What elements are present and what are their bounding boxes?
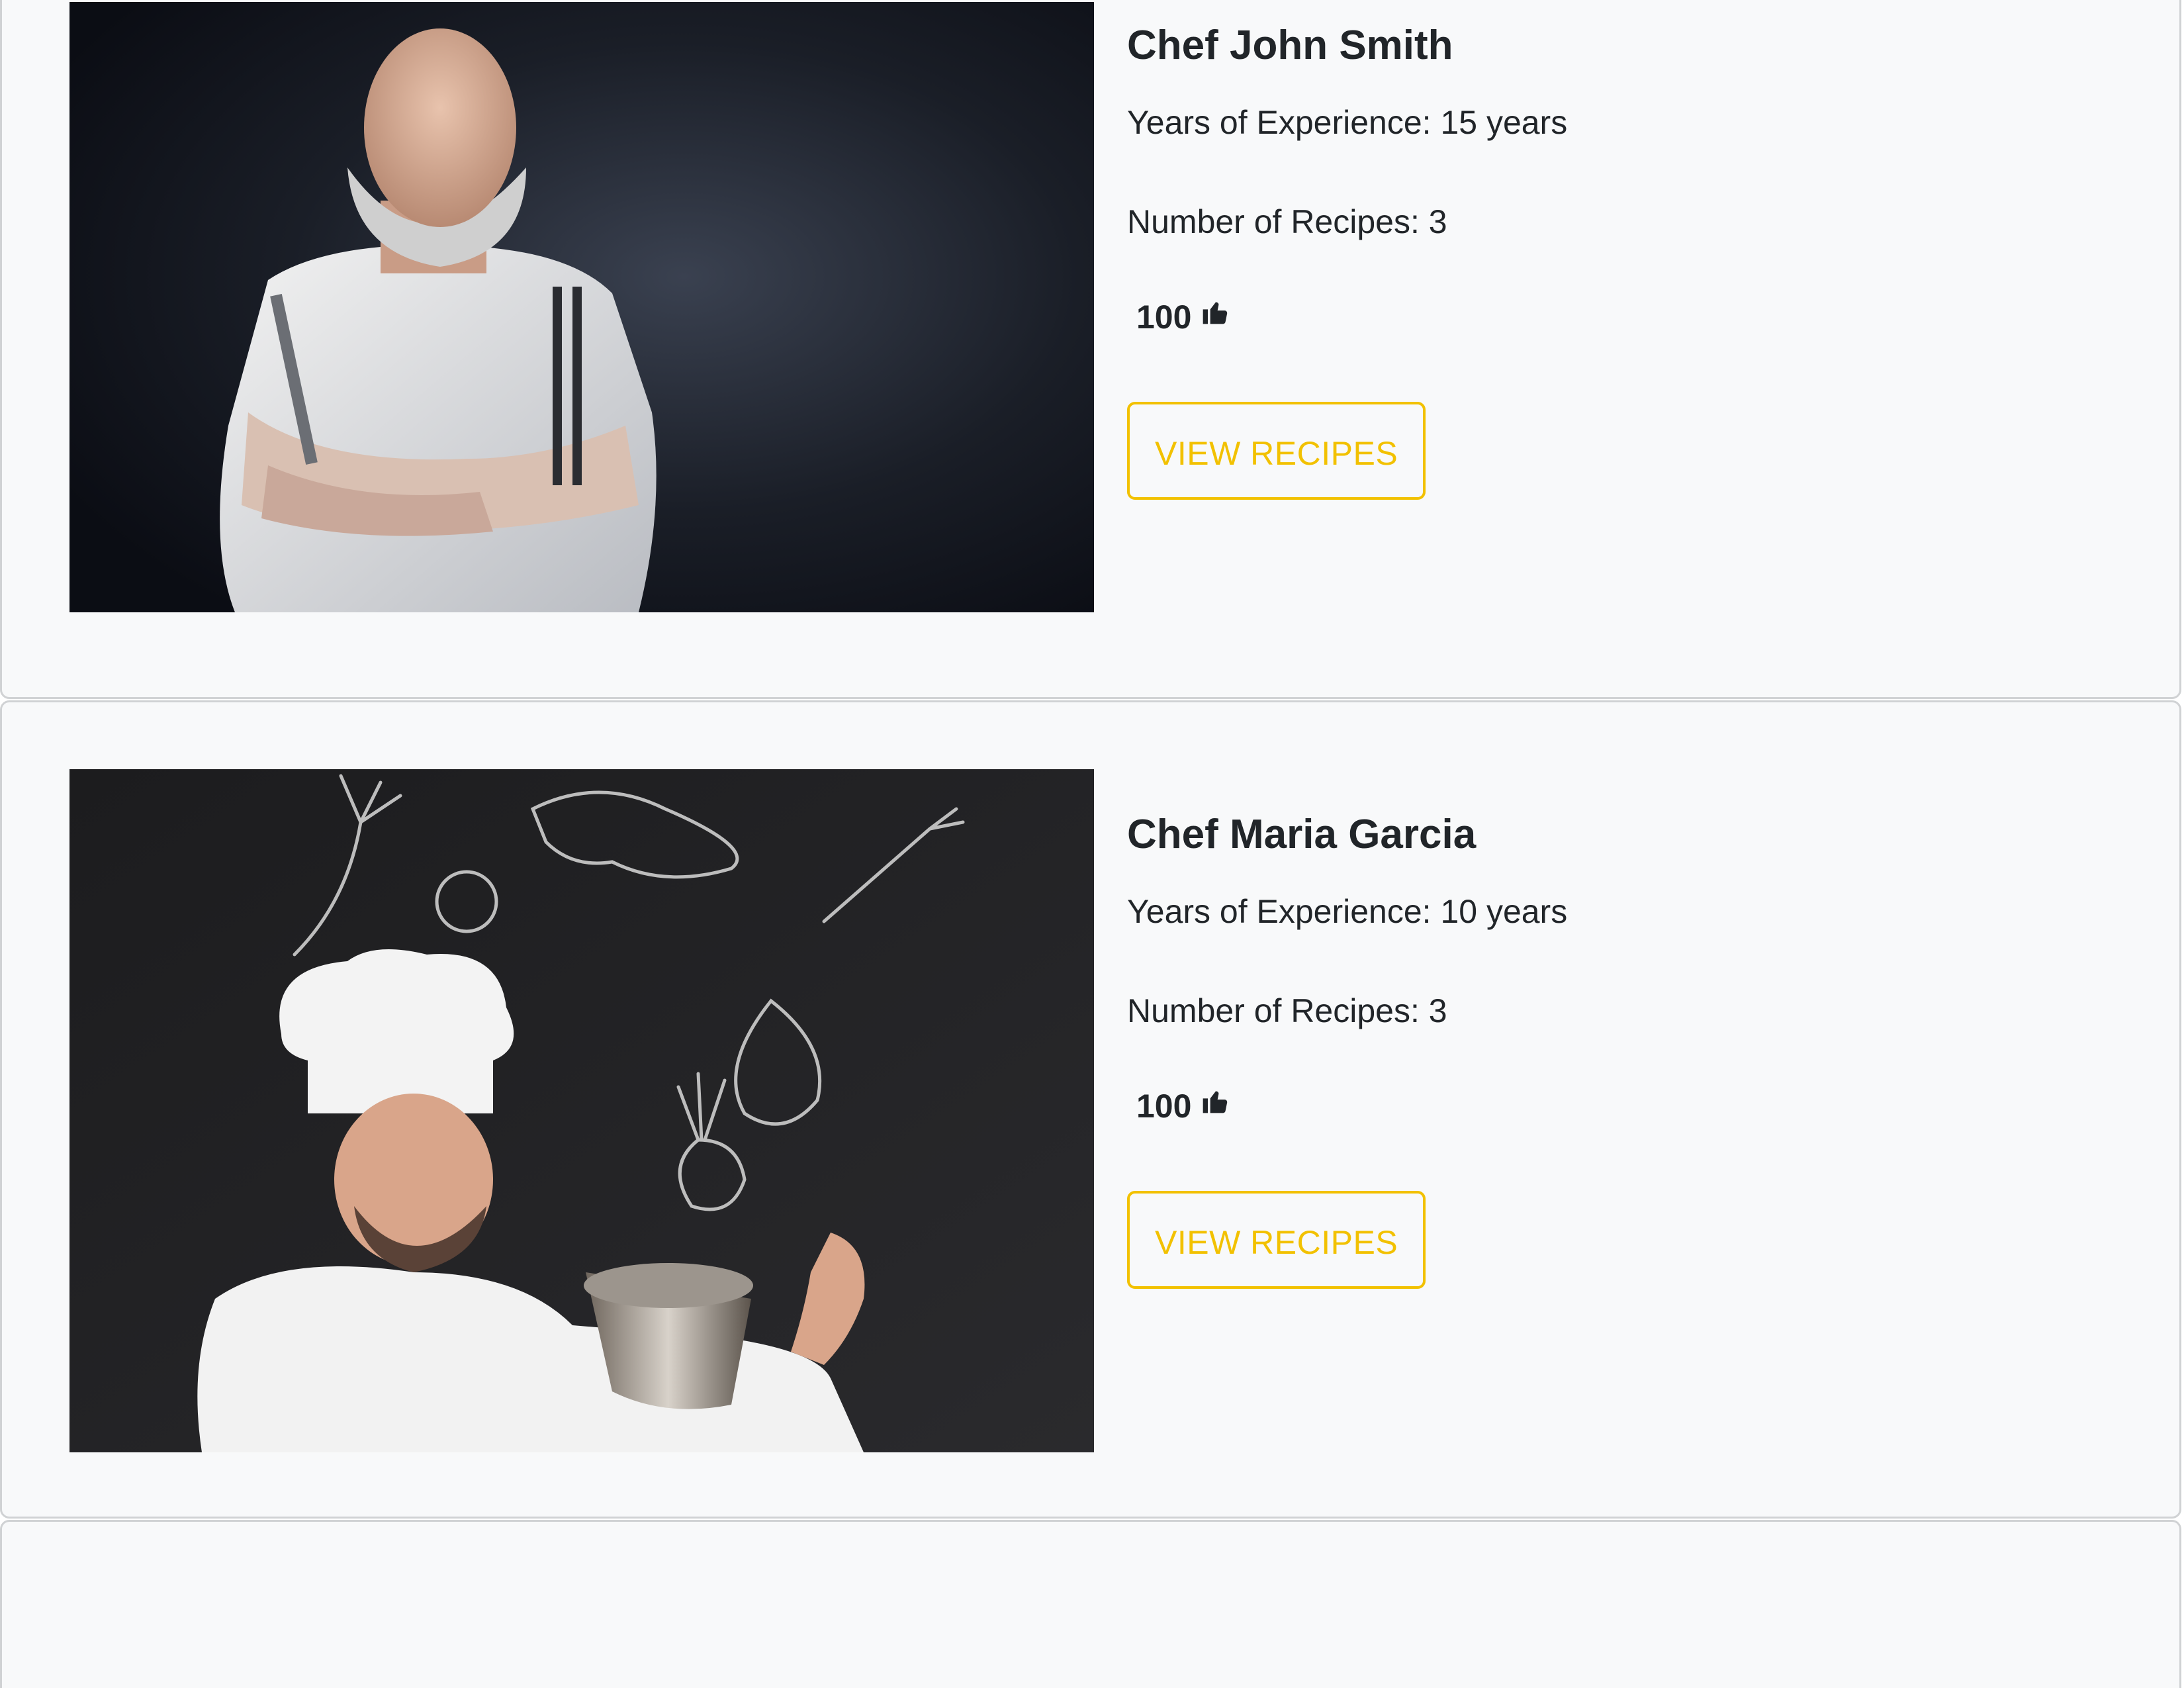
view-recipes-button[interactable]: VIEW RECIPES bbox=[1127, 402, 1426, 500]
chef-photo bbox=[69, 769, 1094, 1452]
chef-experience: Years of Experience: 15 years bbox=[1127, 104, 1568, 141]
chef-info: Chef Maria Garcia Years of Experience: 1… bbox=[1127, 808, 1567, 1289]
chef-name: Chef Maria Garcia bbox=[1127, 812, 1477, 857]
chef-recipe-count: Number of Recipes: 3 bbox=[1127, 203, 1447, 240]
chef-card: Chef John Smith Years of Experience: 15 … bbox=[0, 0, 2181, 699]
likes-value: 100 bbox=[1136, 299, 1192, 336]
likes-count: 100 bbox=[1127, 296, 1567, 338]
chef-recipe-count: Number of Recipes: 3 bbox=[1127, 992, 1447, 1029]
likes-count: 100 bbox=[1127, 1085, 1567, 1127]
chef-info: Chef John Smith Years of Experience: 15 … bbox=[1127, 19, 1567, 500]
chef-list-page: Chef John Smith Years of Experience: 15 … bbox=[0, 0, 2184, 1688]
chef-card: Chef Maria Garcia Years of Experience: 1… bbox=[0, 700, 2181, 1519]
likes-value: 100 bbox=[1136, 1088, 1192, 1125]
chef-card bbox=[0, 1520, 2181, 1688]
view-recipes-button[interactable]: VIEW RECIPES bbox=[1127, 1191, 1426, 1289]
chef-experience: Years of Experience: 10 years bbox=[1127, 893, 1568, 930]
thumbs-up-icon bbox=[1201, 297, 1230, 326]
chef-name: Chef John Smith bbox=[1127, 23, 1453, 68]
thumbs-up-icon bbox=[1201, 1086, 1230, 1115]
chef-photo bbox=[69, 2, 1094, 612]
